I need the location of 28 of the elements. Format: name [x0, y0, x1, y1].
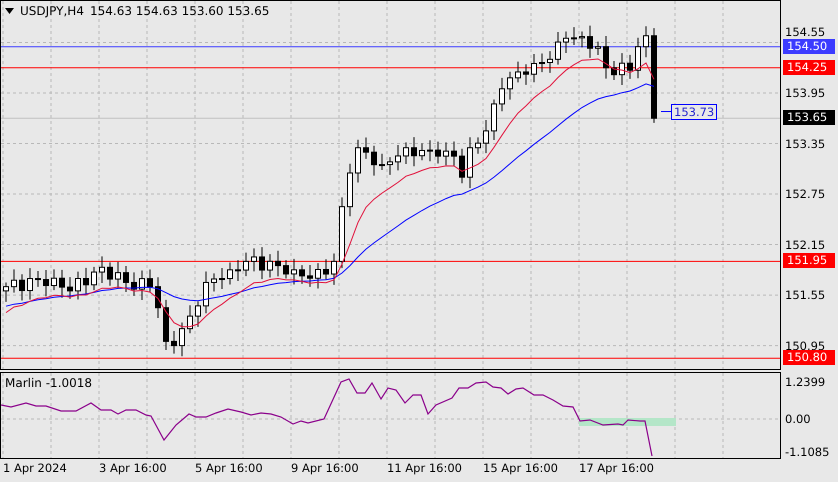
- price-tick-label: 154.55: [785, 25, 826, 39]
- dropdown-triangle-icon[interactable]: [5, 8, 14, 14]
- date-tick-label: 15 Apr 16:00: [483, 461, 558, 475]
- date-tick-label: 9 Apr 16:00: [291, 461, 359, 475]
- date-tick-label: 5 Apr 16:00: [195, 461, 263, 475]
- price-tick-label: 150.95: [785, 338, 826, 353]
- price-tick-label: 152.15: [785, 238, 826, 252]
- indicator-tick-label: -1.1085: [785, 445, 830, 460]
- price-tick-label: 153.35: [785, 136, 826, 151]
- ohlc-values: 154.63 154.63 153.60 153.65: [90, 4, 270, 18]
- indicator-tick-label: 1.2399: [785, 374, 826, 389]
- indicator-tick-label: 0.00: [785, 412, 811, 426]
- leader-line: [660, 111, 672, 112]
- price-level-label: 154.25: [783, 60, 835, 75]
- indicator-title: Marlin -1.0018: [5, 376, 92, 390]
- date-tick-label: 17 Apr 16:00: [579, 461, 654, 475]
- date-tick-label: 3 Apr 16:00: [99, 461, 167, 475]
- date-tick-label: 11 Apr 16:00: [387, 461, 462, 475]
- moving-average-value-label: 153.73: [671, 104, 718, 120]
- date-tick-label: 1 Apr 2024: [3, 461, 67, 475]
- price-level-label: 154.50: [783, 38, 835, 54]
- symbol-label: USDJPY,H4: [20, 4, 84, 18]
- price-tick-label: 152.75: [785, 187, 826, 202]
- price-level-label: 150.80: [783, 350, 835, 366]
- price-tick-label: 151.55: [785, 288, 826, 302]
- price-tick-label: 153.95: [785, 86, 826, 100]
- current-price-label: 153.65: [783, 110, 835, 126]
- price-level-label: 151.95: [783, 253, 835, 268]
